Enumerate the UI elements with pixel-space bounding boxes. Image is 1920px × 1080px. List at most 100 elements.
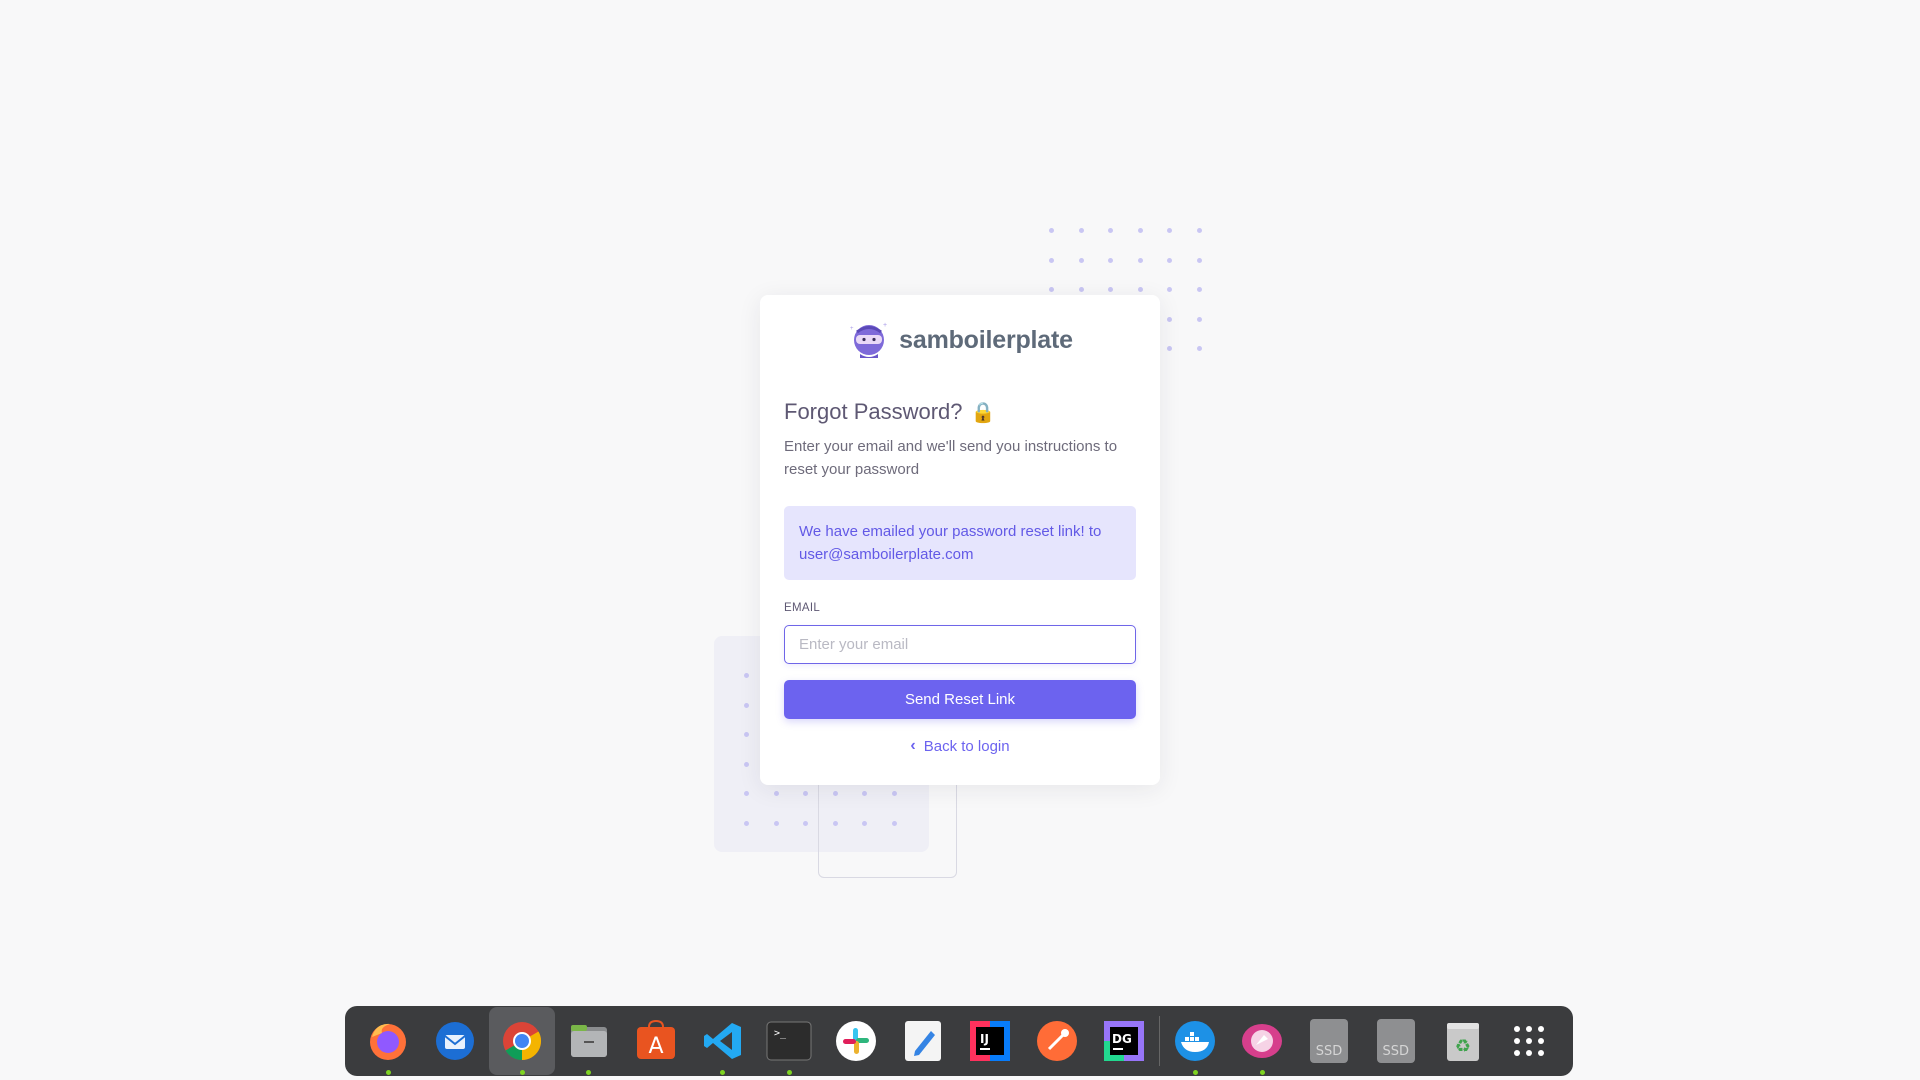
decorative-dot <box>1108 257 1114 263</box>
svg-text:+: + <box>850 326 854 332</box>
lock-icon: 🔒 <box>970 401 996 424</box>
running-indicator <box>1259 1070 1265 1075</box>
app-store-icon: A <box>633 1018 679 1064</box>
vscode-icon <box>700 1018 746 1064</box>
dock-item-app-grid[interactable] <box>1496 1007 1563 1075</box>
decorative-dot <box>773 820 779 826</box>
svg-text:A: A <box>648 1034 663 1059</box>
decorative-dot <box>744 761 749 767</box>
dock: A >_ IJ DG SSD SSD ♻ <box>345 1006 1573 1076</box>
svg-text:+: + <box>883 322 887 329</box>
chevron-left-icon: ‹ <box>910 737 916 754</box>
svg-text:♻: ♻ <box>1455 1036 1471 1057</box>
decorative-dot <box>1049 228 1054 233</box>
decorative-dot <box>1196 228 1202 233</box>
decorative-dot <box>744 673 749 678</box>
terminal-icon: >_ <box>766 1018 812 1064</box>
decorative-dot <box>773 791 779 797</box>
decorative-dot <box>891 820 897 826</box>
decorative-dot <box>1108 287 1114 293</box>
decorative-dot <box>744 702 749 708</box>
dock-item-ssd-1[interactable]: SSD <box>1296 1007 1363 1075</box>
dock-item-terminal[interactable]: >_ <box>756 1007 823 1075</box>
datagrip-icon: DG <box>1101 1018 1147 1064</box>
decorative-dot <box>1196 287 1202 293</box>
decorative-dot <box>1167 346 1173 352</box>
svg-text:>_: >_ <box>774 1028 787 1039</box>
decorative-dot <box>744 791 749 797</box>
dock-item-intellij[interactable]: IJ <box>956 1007 1023 1075</box>
dock-item-thunderbird[interactable] <box>422 1007 489 1075</box>
back-to-login-link[interactable]: ‹ Back to login <box>910 737 1009 755</box>
dock-item-compass[interactable] <box>1229 1007 1296 1075</box>
email-field[interactable] <box>784 625 1136 664</box>
send-reset-link-button[interactable]: Send Reset Link <box>784 680 1136 719</box>
forgot-password-card: + + samboilerplate Forgot Password? 🔒 En… <box>760 295 1160 785</box>
decorative-dot <box>862 820 868 826</box>
ssd-label: SSD <box>1382 1044 1410 1059</box>
compass-icon <box>1239 1018 1285 1064</box>
dock-item-chrome[interactable] <box>488 1007 556 1075</box>
decorative-dot <box>1167 257 1173 263</box>
page-title-text: Forgot Password? <box>784 399 963 424</box>
decorative-dot <box>1137 257 1143 263</box>
dock-item-datagrip[interactable]: DG <box>1090 1007 1157 1075</box>
decorative-dot <box>1137 287 1143 293</box>
page-subtitle: Enter your email and we'll send you inst… <box>784 438 1118 478</box>
dock-item-vscode[interactable] <box>689 1007 756 1075</box>
page-title: Forgot Password? 🔒 <box>784 399 1136 425</box>
decorative-dot <box>803 820 809 826</box>
back-to-login: ‹ Back to login <box>784 737 1136 755</box>
decorative-dot <box>1108 228 1114 233</box>
decorative-dot <box>1078 257 1084 263</box>
decorative-dot <box>1167 287 1173 293</box>
dock-item-slack[interactable] <box>823 1007 890 1075</box>
dock-item-ssd-2[interactable]: SSD <box>1362 1007 1429 1075</box>
decorative-dot <box>1078 228 1084 233</box>
dock-item-docker[interactable] <box>1162 1007 1229 1075</box>
decorative-dot <box>803 791 809 797</box>
dock-item-postman[interactable] <box>1023 1007 1090 1075</box>
decorative-dot <box>891 791 897 797</box>
decorative-dot <box>1049 287 1054 293</box>
slack-icon <box>833 1018 879 1064</box>
decorative-dot <box>1196 257 1202 263</box>
running-indicator <box>519 1070 525 1075</box>
svg-text:IJ: IJ <box>980 1032 989 1046</box>
decorative-dot <box>832 791 838 797</box>
thunderbird-icon <box>432 1018 478 1064</box>
email-label: EMAIL <box>784 602 821 614</box>
dock-item-trash[interactable]: ♻ <box>1429 1007 1496 1075</box>
back-to-login-label: Back to login <box>923 737 1010 755</box>
app-grid-icon <box>1506 1018 1552 1064</box>
dock-separator <box>1158 1016 1160 1066</box>
files-icon <box>566 1018 612 1064</box>
decorative-dot <box>744 820 749 826</box>
decorative-dot <box>1167 228 1173 233</box>
intellij-icon: IJ <box>967 1018 1013 1064</box>
running-indicator <box>786 1070 792 1075</box>
decorative-dot <box>1167 316 1173 322</box>
dock-item-text-editor[interactable] <box>890 1007 957 1075</box>
ssd-label: SSD <box>1315 1044 1343 1059</box>
dock-item-firefox[interactable] <box>355 1007 422 1075</box>
dock-item-app-store[interactable]: A <box>622 1007 689 1075</box>
ssd-drive-icon: SSD <box>1309 1019 1348 1063</box>
running-indicator <box>720 1070 726 1075</box>
dock-item-files[interactable] <box>555 1007 622 1075</box>
decorative-dot <box>862 791 868 797</box>
running-indicator <box>385 1070 391 1075</box>
brand: + + samboilerplate <box>784 315 1136 365</box>
decorative-dot <box>1049 257 1054 263</box>
trash-icon: ♻ <box>1440 1018 1486 1064</box>
decorative-dot <box>1196 346 1202 352</box>
decorative-dot <box>744 732 749 738</box>
firefox-icon <box>365 1018 411 1064</box>
running-indicator <box>586 1070 592 1075</box>
success-alert: We have emailed your password reset link… <box>784 506 1136 580</box>
svg-text:DG: DG <box>1112 1032 1132 1046</box>
decorative-dot <box>1137 228 1143 233</box>
docker-icon <box>1172 1018 1218 1064</box>
decorative-dot <box>832 820 838 826</box>
decorative-dot <box>1078 287 1084 293</box>
